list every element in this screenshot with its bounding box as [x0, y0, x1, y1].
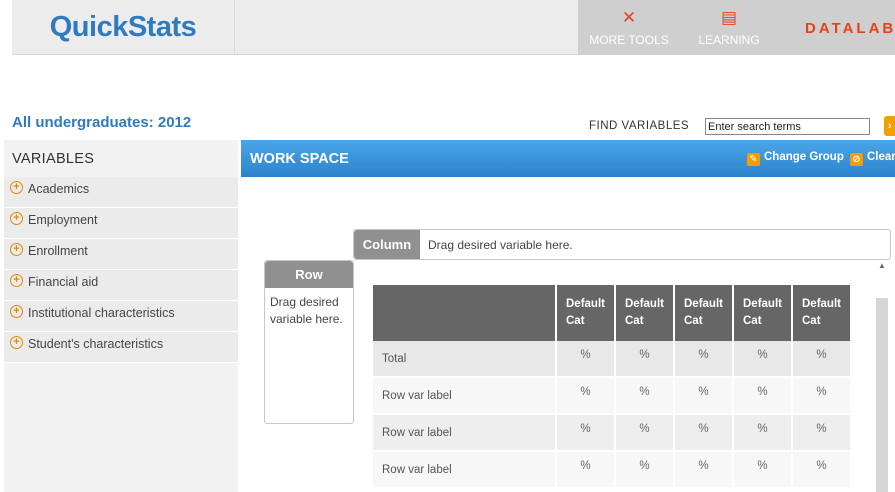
expand-plus-icon: + [10, 274, 23, 287]
expand-plus-icon: + [10, 243, 23, 256]
table-scrollbar[interactable] [876, 298, 888, 492]
results-table: Default Cat Default Cat Default Cat Defa… [371, 285, 852, 489]
sidebar-item-academics[interactable]: + Academics [4, 177, 238, 208]
table-cell: % [616, 452, 673, 489]
table-cell: % [734, 452, 791, 489]
table-row: Total % % % % % [373, 341, 850, 378]
tools-bar: ✕ MORE TOOLS ▤ LEARNING DATALAB [578, 0, 895, 54]
table-cell: % [793, 341, 850, 378]
row-label: Row var label [373, 452, 555, 489]
column-header: Default Cat [557, 285, 614, 341]
sidebar-item-label: Academics [28, 182, 90, 196]
table-cell: % [675, 415, 732, 452]
variable-list: + Academics + Employment + Enrollment + … [4, 177, 238, 363]
table-cell: % [616, 415, 673, 452]
row-drop-hint: Drag desired variable here. [270, 295, 343, 326]
sidebar-title: VARIABLES [12, 151, 95, 167]
row-label: Total [373, 341, 555, 378]
logo-text: QuickStats [49, 10, 197, 43]
table-cell: % [557, 452, 614, 489]
table-cell: % [616, 378, 673, 415]
sidebar-item-label: Enrollment [28, 244, 88, 258]
more-tools-button[interactable]: ✕ MORE TOOLS [588, 0, 670, 54]
search-go-button[interactable]: › [884, 116, 895, 136]
expand-plus-icon: + [10, 181, 23, 194]
table-cell: % [734, 378, 791, 415]
workspace-title: WORK SPACE [250, 151, 349, 167]
expand-plus-icon: + [10, 336, 23, 349]
sidebar-item-label: Student's characteristics [28, 337, 164, 351]
tools-icon: ✕ [621, 8, 637, 27]
table-row: Row var label % % % % % [373, 452, 850, 489]
scroll-up-arrow-icon[interactable]: ▲ [877, 261, 887, 273]
datalab-link[interactable]: DATALAB [805, 20, 895, 37]
expand-plus-icon: + [10, 305, 23, 318]
row-tab: Row [265, 261, 353, 288]
clear-button[interactable]: ⊘ Clear [850, 151, 895, 166]
table-cell: % [616, 341, 673, 378]
table-row: Row var label % % % % % [373, 415, 850, 452]
learning-button[interactable]: ▤ LEARNING [688, 0, 770, 54]
row-label: Row var label [373, 378, 555, 415]
learning-label: LEARNING [698, 33, 760, 47]
dataset-title: All undergraduates: 2012 [12, 114, 192, 131]
clear-icon: ⊘ [850, 153, 863, 166]
table-cell: % [734, 415, 791, 452]
sidebar-item-institutional-characteristics[interactable]: + Institutional characteristics [4, 301, 238, 332]
column-header: Default Cat [675, 285, 732, 341]
clear-label: Clear [867, 151, 895, 163]
book-icon: ▤ [720, 8, 738, 27]
change-group-label: Change Group [764, 151, 844, 163]
table-header-row: Default Cat Default Cat Default Cat Defa… [373, 285, 850, 341]
sidebar-item-students-characteristics[interactable]: + Student's characteristics [4, 332, 238, 363]
table-cell: % [557, 415, 614, 452]
sidebar-item-label: Institutional characteristics [28, 306, 175, 320]
table-cell: % [675, 452, 732, 489]
table-cell: % [793, 378, 850, 415]
variables-sidebar: VARIABLES + Academics + Employment + Enr… [4, 140, 238, 492]
sidebar-item-label: Employment [28, 213, 98, 227]
quickstats-logo[interactable]: QuickStats [12, 0, 235, 54]
change-group-icon: ✎ [747, 153, 760, 166]
more-tools-label: MORE TOOLS [589, 33, 669, 47]
table-cell: % [793, 452, 850, 489]
column-tab: Column [354, 230, 420, 259]
table-cell: % [793, 415, 850, 452]
row-drop-zone[interactable]: Row Drag desired variable here. [264, 260, 354, 424]
sidebar-item-employment[interactable]: + Employment [4, 208, 238, 239]
find-variables-label: FIND VARIABLES [589, 120, 690, 132]
sidebar-item-financial-aid[interactable]: + Financial aid [4, 270, 238, 301]
expand-plus-icon: + [10, 212, 23, 225]
sidebar-item-label: Financial aid [28, 275, 99, 289]
table-corner-cell [373, 285, 555, 341]
column-drop-zone[interactable]: Column Drag desired variable here. [353, 229, 891, 260]
top-header: QuickStats ✕ MORE TOOLS ▤ LEARNING DATAL… [12, 0, 895, 55]
table-cell: % [734, 341, 791, 378]
table-cell: % [675, 378, 732, 415]
column-header: Default Cat [616, 285, 673, 341]
table-cell: % [557, 378, 614, 415]
search-input[interactable] [705, 118, 870, 135]
column-header: Default Cat [793, 285, 850, 341]
workspace-header: WORK SPACE ✎ Change Group ⊘ Clear [241, 140, 895, 177]
table-row: Row var label % % % % % [373, 378, 850, 415]
sidebar-item-enrollment[interactable]: + Enrollment [4, 239, 238, 270]
column-drop-hint: Drag desired variable here. [428, 238, 573, 252]
change-group-button[interactable]: ✎ Change Group [747, 151, 844, 166]
column-header: Default Cat [734, 285, 791, 341]
table-cell: % [557, 341, 614, 378]
table-cell: % [675, 341, 732, 378]
row-label: Row var label [373, 415, 555, 452]
